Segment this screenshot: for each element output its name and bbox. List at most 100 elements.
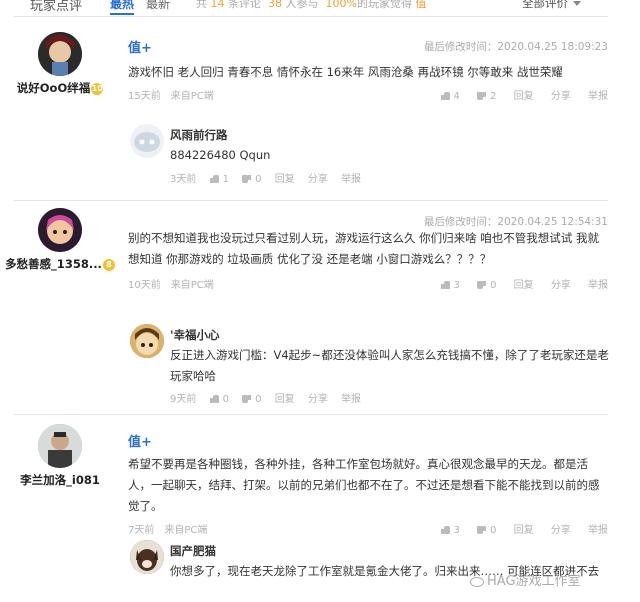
thumbs-up-icon: [440, 92, 450, 100]
comment-text: 游戏怀旧 老人回归 青春不息 情怀永在 16来年 风雨沧桑 再战环镜 尔等敢来 …: [128, 65, 563, 79]
platform: 来自PC端: [170, 91, 214, 102]
dislike-count: 0: [255, 174, 262, 185]
modified-prefix: 最后修改时间：: [423, 216, 498, 228]
dislike-button[interactable]: 0: [477, 280, 496, 291]
like-button[interactable]: 3: [440, 525, 460, 536]
reply-avatar[interactable]: [130, 324, 164, 358]
timestamp: 最后修改时间：2020.04.25 12:54:31: [424, 214, 608, 229]
thumbs-up-icon: [209, 175, 219, 183]
like-count: 4: [453, 91, 460, 102]
reply-age: 9天前: [170, 394, 197, 405]
like-button[interactable]: 3: [440, 280, 460, 291]
stats-prefix: 共: [196, 0, 207, 10]
wechat-icon: [470, 576, 484, 587]
dislike-button[interactable]: 0: [242, 174, 261, 185]
reply-text: 884226480 Qqun: [170, 148, 271, 162]
timestamp-value: 2020.04.25 12:54:31: [497, 216, 608, 228]
share-button[interactable]: 分享: [551, 91, 571, 102]
like-button[interactable]: 0: [209, 394, 229, 405]
share-button[interactable]: 分享: [551, 525, 571, 536]
reply-username[interactable]: '幸福小心: [170, 327, 610, 343]
review-header: 玩家点评 最热 最新 共 14 条评论 38 人参与 100%的玩家觉得 值 全…: [0, 0, 640, 15]
reply-avatar[interactable]: [130, 124, 164, 158]
percent-suffix: 的玩家觉得: [356, 0, 412, 10]
filter-label: 全部评价: [522, 0, 568, 10]
reply-button[interactable]: 回复: [275, 394, 295, 405]
avatar-image-icon: [38, 424, 82, 468]
dislike-count: 0: [255, 394, 262, 405]
report-button[interactable]: 举报: [341, 174, 361, 185]
reply-button[interactable]: 回复: [514, 525, 534, 536]
thumbs-up-icon: [440, 281, 450, 289]
report-button[interactable]: 举报: [588, 280, 608, 291]
post-age: 15天前: [128, 91, 161, 102]
comment-user: 多愁善感_1358... 8: [0, 208, 120, 272]
section-title: 玩家点评: [30, 0, 83, 14]
rating-badge: 值+: [128, 435, 152, 450]
username[interactable]: 说好OoO绊福: [17, 81, 90, 95]
comment-suffix: 条评论: [228, 0, 261, 10]
username[interactable]: 李兰加洛_i081: [20, 473, 100, 487]
timestamp-value: 2020.04.25 18:09:23: [497, 41, 608, 53]
like-button[interactable]: 4: [440, 91, 460, 102]
watermark: HAG游戏工作室: [470, 570, 581, 589]
comment-meta: 10天前 来自PC端 3 0 回复 分享 举报: [128, 276, 608, 291]
dislike-count: 2: [490, 91, 497, 102]
percent-value: 100%: [325, 0, 357, 10]
share-button[interactable]: 分享: [551, 280, 571, 291]
thumbs-up-icon: [440, 526, 450, 534]
reply-body: '幸福小心 反正进入游戏门槛：V4起步~都还没体验叫人家怎么充钱搞不懂，除了了老…: [170, 327, 610, 405]
report-button[interactable]: 举报: [588, 525, 608, 536]
comment-meta: 15天前 来自PC端 4 2 回复 分享 举报: [128, 87, 608, 102]
chevron-down-icon: [573, 1, 581, 6]
reply-button[interactable]: 回复: [514, 280, 534, 291]
comment-user: 说好OoO绊福10: [0, 32, 120, 96]
like-count: 0: [222, 394, 229, 405]
post-age: 10天前: [128, 280, 161, 291]
reply-button[interactable]: 回复: [514, 91, 534, 102]
report-button[interactable]: 举报: [588, 91, 608, 102]
header-divider: [14, 16, 608, 17]
reply-button[interactable]: 回复: [275, 174, 295, 185]
tab-hottest[interactable]: 最热: [110, 0, 135, 15]
dislike-button[interactable]: 2: [477, 91, 496, 102]
comment-user: 李兰加洛_i081: [0, 424, 120, 488]
reply-username[interactable]: 国产肥猫: [170, 543, 610, 559]
thumbs-up-icon: [209, 395, 219, 403]
robot-avatar-icon: [130, 124, 164, 158]
reply-text: 反正进入游戏门槛：V4起步~都还没体验叫人家怎么充钱搞不懂，除了了老玩家还是老玩…: [170, 348, 609, 383]
platform: 来自PC端: [170, 280, 214, 291]
thumbs-down-icon: [242, 175, 251, 183]
like-count: 3: [453, 525, 460, 536]
participant-count: 38: [268, 0, 282, 10]
avatar[interactable]: [38, 424, 82, 468]
dog-avatar-icon: [130, 540, 164, 574]
reply-username[interactable]: 风雨前行路: [170, 127, 610, 143]
thumbs-down-icon: [242, 395, 251, 403]
thumbs-down-icon: [477, 526, 486, 534]
reply-avatar[interactable]: [130, 540, 164, 574]
comment-divider: [14, 414, 608, 415]
post-age: 7天前: [128, 525, 155, 536]
report-button[interactable]: 举报: [341, 394, 361, 405]
share-button[interactable]: 分享: [308, 174, 328, 185]
dislike-button[interactable]: 0: [477, 525, 496, 536]
share-button[interactable]: 分享: [308, 394, 328, 405]
username[interactable]: 多愁善感_1358...: [5, 257, 102, 271]
tab-newest[interactable]: 最新: [146, 0, 170, 12]
dislike-button[interactable]: 0: [242, 394, 261, 405]
watermark-text: HAG游戏工作室: [487, 574, 581, 589]
modified-prefix: 最后修改时间：: [423, 41, 498, 53]
like-count: 3: [453, 280, 460, 291]
thumbs-down-icon: [477, 92, 486, 100]
avatar-image-icon: [38, 32, 82, 76]
level-badge: 10: [91, 82, 104, 95]
comment-text: 希望不要再是各种圈钱，各种外挂，各种工作室包场就好。真心很观念最早的天龙。都是活…: [128, 457, 600, 513]
avatar-image-icon: [38, 208, 82, 252]
filter-dropdown[interactable]: 全部评价: [522, 0, 581, 11]
like-button[interactable]: 1: [209, 174, 229, 185]
reply-body: 风雨前行路 884226480 Qqun 3天前 1 0 回复 分享 举报: [170, 127, 610, 185]
avatar[interactable]: [38, 208, 82, 252]
avatar[interactable]: [38, 32, 82, 76]
dislike-count: 0: [490, 280, 497, 291]
